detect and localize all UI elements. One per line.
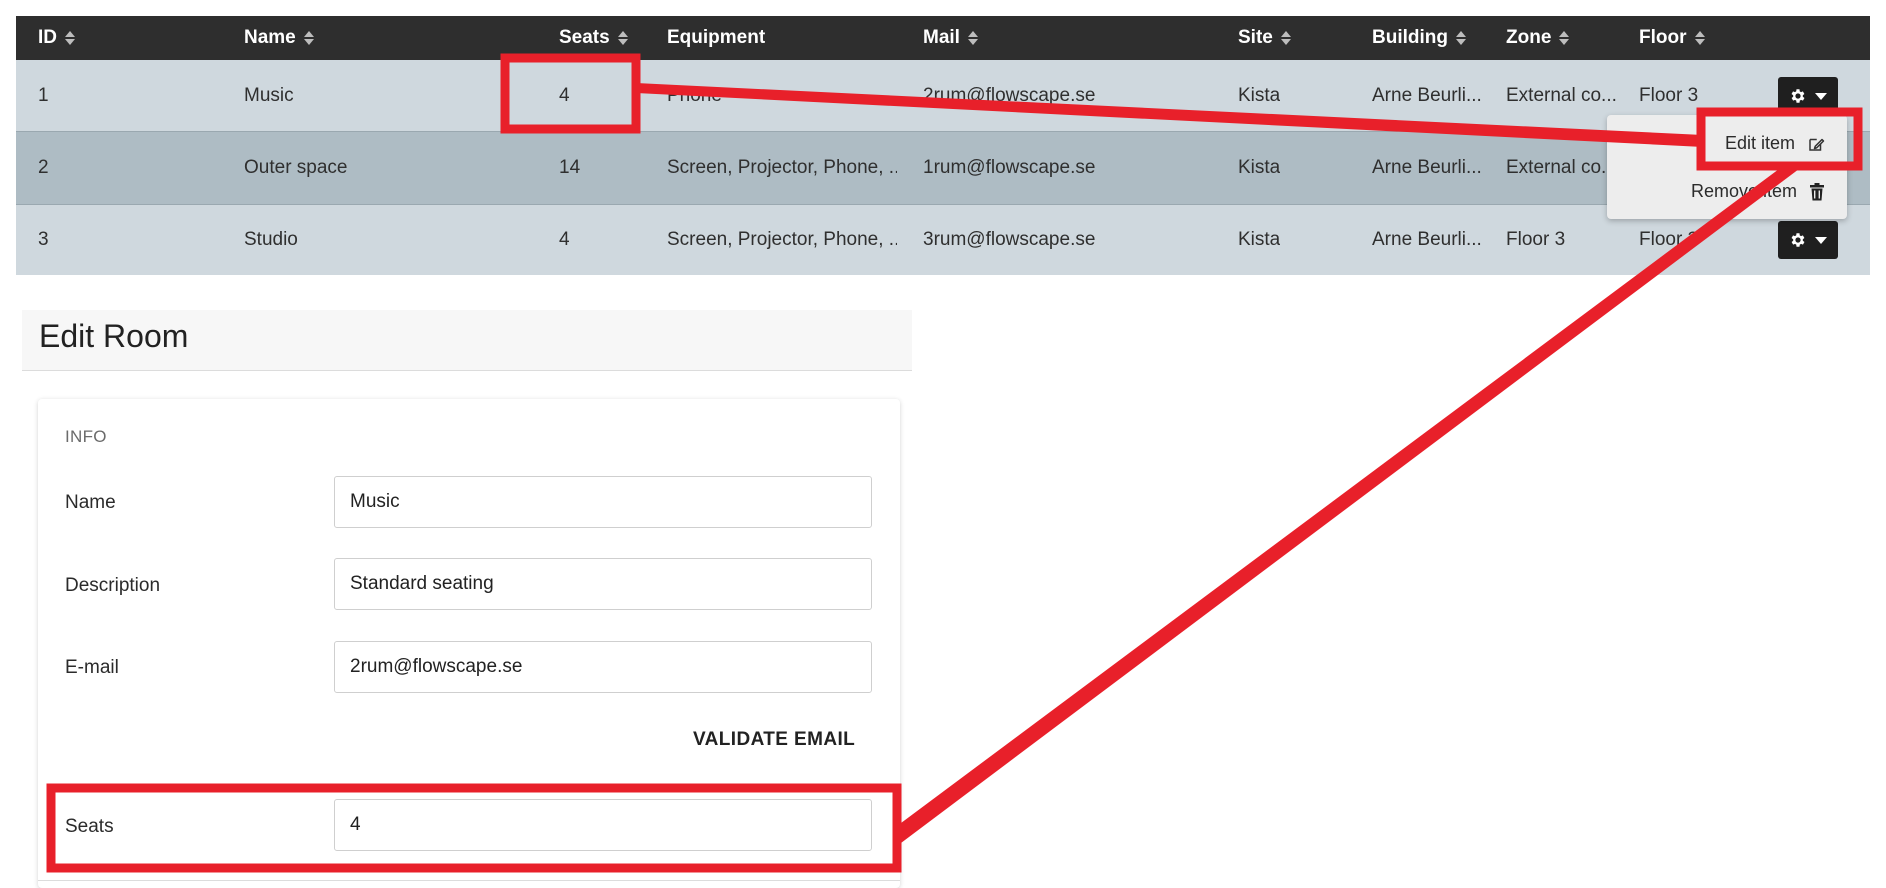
cell-building: Arne Beurli... [1372,157,1482,178]
cell-name: Music [244,84,294,106]
sort-icon[interactable] [303,30,314,46]
edit-icon [1809,138,1825,151]
seats-input[interactable] [334,799,872,851]
sort-icon[interactable] [1280,30,1291,46]
column-label: ID [38,27,57,48]
cell-mail: 1rum@flowscape.se [923,157,1096,178]
description-label: Description [65,575,161,596]
cell-seats: 4 [559,229,570,250]
chevron-down-icon [1815,236,1827,244]
page-title: Edit Room [39,318,189,354]
cell-seats: 14 [559,157,581,178]
email-input[interactable] [334,641,872,693]
cell-building: Arne Beurli... [1372,84,1482,106]
column-label: Site [1238,27,1273,48]
cell-id: 2 [38,157,49,178]
column-header-equipment: Equipment [667,16,765,60]
sort-icon[interactable] [967,30,978,46]
cell-equipment: Phone [667,84,722,106]
column-label: Equipment [667,27,766,48]
remove-item-menu-option[interactable]: Remove item [1691,181,1825,202]
cell-site: Kista [1238,84,1281,106]
sort-icon[interactable] [1559,30,1570,46]
cell-site: Kista [1238,157,1281,178]
menu-item-label: Remove item [1690,181,1797,201]
cell-equipment: Screen, Projector, Phone, ... [667,157,897,178]
cell-id: 3 [38,229,49,250]
column-header-building[interactable]: Building [1372,16,1466,60]
cell-id: 1 [38,84,49,106]
edit-item-menu-option[interactable]: Edit item [1725,133,1825,154]
section-title: INFO [65,427,107,446]
table-row[interactable]: 2 Outer space 14 Screen, Projector, Phon… [16,131,1870,205]
column-label: Seats [559,27,610,48]
column-label: Building [1372,27,1448,48]
rooms-table: ID Name Seats Equipment Mail Site Buildi… [16,16,1870,275]
email-label: E-mail [65,657,119,678]
cell-mail: 3rum@flowscape.se [923,229,1096,250]
column-header-zone[interactable]: Zone [1506,16,1570,60]
sort-icon[interactable] [65,30,75,46]
divider [38,880,900,881]
row-actions-button[interactable] [1778,221,1838,259]
column-header-site[interactable]: Site [1238,16,1291,60]
cell-name: Studio [244,229,298,250]
column-label: Floor [1639,27,1687,48]
chevron-down-icon [1815,92,1827,100]
cell-equipment: Screen, Projector, Phone, ... [667,229,897,250]
column-header-floor[interactable]: Floor [1639,16,1705,60]
table-row[interactable]: 3 Studio 4 Screen, Projector, Phone, ...… [16,205,1870,275]
validate-email-button[interactable]: VALIDATE EMAIL [693,729,855,751]
name-label: Name [65,492,116,513]
column-label: Zone [1506,27,1552,48]
column-header-id[interactable]: ID [38,16,75,60]
menu-item-label: Edit item [1724,133,1795,153]
edit-room-header: Edit Room [22,310,912,371]
table-row[interactable]: 1 Music 4 Phone 2rum@flowscape.se Kista … [16,60,1870,131]
column-header-name[interactable]: Name [244,16,314,60]
cell-building: Arne Beurli... [1372,229,1482,250]
cell-mail: 2rum@flowscape.se [923,84,1096,106]
gear-icon [1791,89,1805,103]
trash-icon [1810,182,1824,200]
cell-seats: 4 [559,84,570,106]
table-header: ID Name Seats Equipment Mail Site Buildi… [16,16,1870,60]
cell-site: Kista [1238,229,1281,250]
row-actions-button[interactable] [1778,77,1838,115]
column-header-mail[interactable]: Mail [923,16,978,60]
gear-icon [1791,233,1805,247]
cell-name: Outer space [244,157,348,178]
seats-label: Seats [65,816,114,837]
column-header-seats[interactable]: Seats [559,16,628,60]
sort-icon[interactable] [1694,30,1705,46]
row-actions-menu: Edit item Remove item [1607,115,1847,219]
sort-icon[interactable] [617,30,628,46]
description-input[interactable] [334,558,872,610]
column-label: Name [244,27,296,48]
column-label: Mail [923,27,960,48]
name-input[interactable] [334,476,872,528]
sort-icon[interactable] [1455,30,1466,46]
edit-room-form: INFO Name Description E-mail VALIDATE EM… [38,399,900,888]
